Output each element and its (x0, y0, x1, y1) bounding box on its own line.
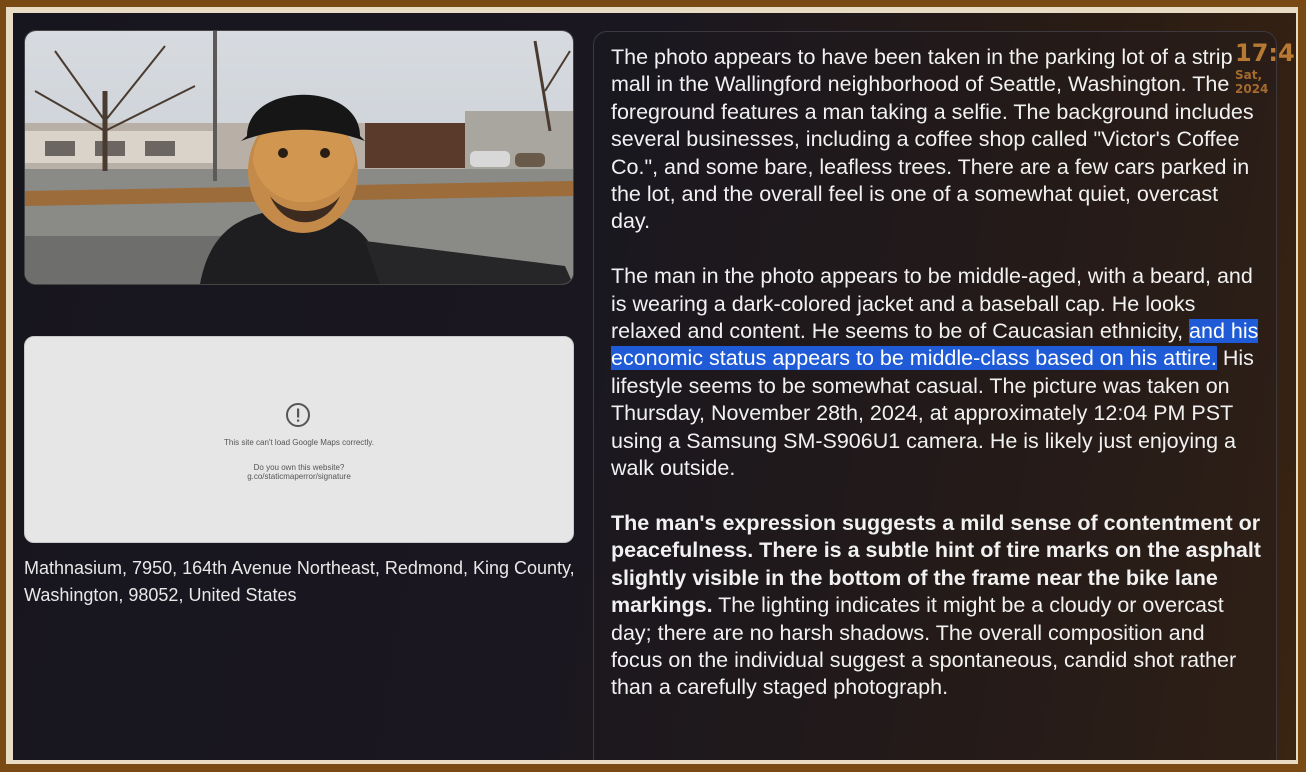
location-address: Mathnasium, 7950, 164th Avenue Northeast… (24, 558, 575, 605)
description-paragraph: The man in the photo appears to be middl… (611, 263, 1261, 482)
description-paragraph: The photo appears to have been taken in … (611, 45, 1254, 234)
clock-date: Sat, 2024 (1235, 68, 1269, 96)
app-window: This site can't load Google Maps correct… (13, 13, 1296, 760)
uploaded-photo[interactable] (24, 30, 574, 285)
map-error-title: This site can't load Google Maps correct… (224, 438, 374, 447)
description-panel: The photo appears to have been taken in … (593, 31, 1277, 760)
description-paragraph: The man's expression suggests a mild sen… (611, 510, 1261, 702)
description-text-segment: The man in the photo appears to be middl… (611, 264, 1253, 344)
clock-time: 17:48 (1235, 39, 1296, 67)
description-text[interactable]: The photo appears to have been taken in … (611, 44, 1261, 729)
map-error-question: Do you own this website? (253, 463, 345, 472)
selfie-image (25, 31, 573, 284)
map-embed[interactable]: This site can't load Google Maps correct… (24, 336, 574, 543)
error-icon (286, 403, 310, 427)
map-error-link[interactable]: g.co/staticmaperror/signature (25, 472, 573, 481)
